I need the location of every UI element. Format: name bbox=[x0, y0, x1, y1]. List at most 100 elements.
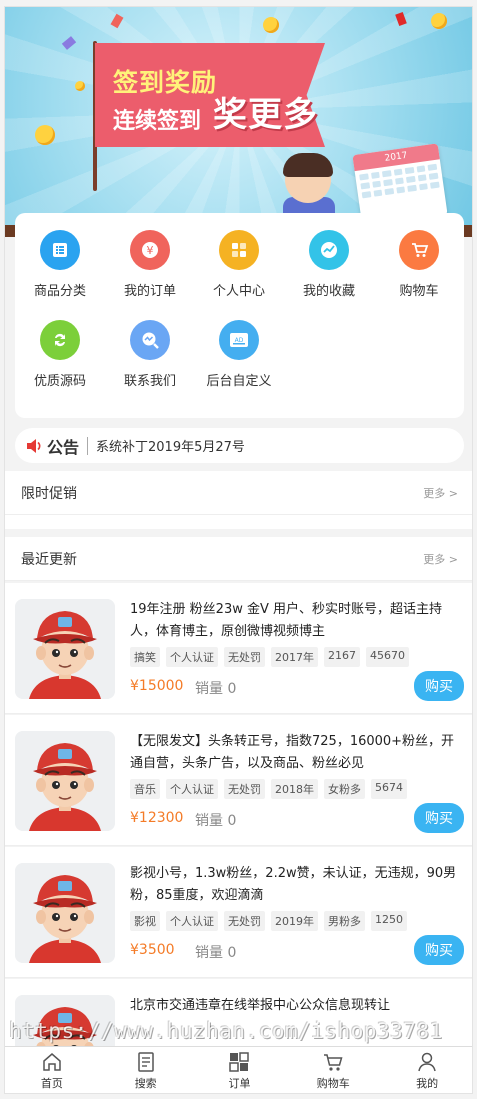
tab-orders[interactable]: 订单 bbox=[193, 1047, 287, 1093]
trend-icon bbox=[309, 230, 349, 270]
item-tag: 45670 bbox=[366, 647, 409, 667]
item-title[interactable]: 19年注册 粉丝23w 金V 用户、秒实时账号，超话主持人，体育博主，原创微博视… bbox=[130, 599, 462, 643]
item-tag: 个人认证 bbox=[166, 911, 218, 931]
section-title: 限时促销 bbox=[21, 485, 77, 502]
category-source-code[interactable]: 优质源码 bbox=[25, 320, 95, 389]
item-tag: 搞笑 bbox=[130, 647, 160, 667]
notice-title: 公告 bbox=[47, 437, 80, 457]
category-label: 我的订单 bbox=[123, 284, 176, 299]
category-label: 购物车 bbox=[399, 284, 439, 299]
item-tag: 女粉多 bbox=[324, 779, 365, 799]
list-item[interactable]: 【无限发文】头条转正号，指数725，16000+粉丝，开通自营，头条广告，以及商… bbox=[5, 715, 472, 846]
svg-text:¥: ¥ bbox=[147, 244, 154, 257]
buy-button[interactable]: 购买 bbox=[414, 803, 464, 833]
item-tags: 搞笑 个人认证 无处罚 2017年 2167 45670 bbox=[130, 647, 409, 667]
notice-bar[interactable]: 公告 系统补丁2019年5月27号 bbox=[15, 428, 464, 463]
coin bbox=[75, 81, 85, 91]
item-tag: 音乐 bbox=[130, 779, 160, 799]
category-orders[interactable]: ¥ 我的订单 bbox=[115, 230, 185, 299]
buy-button[interactable]: 购买 bbox=[414, 671, 464, 701]
item-price: ¥3500 bbox=[130, 942, 175, 958]
list-item[interactable]: 影视小号，1.3w粉丝，2.2w赞，未认证，无违规，90男粉，85重度，欢迎滴滴… bbox=[5, 847, 472, 978]
banner-line3: 奖更多 bbox=[213, 95, 318, 135]
item-sales: 销量 0 bbox=[195, 813, 237, 829]
tab-cart[interactable]: 购物车 bbox=[286, 1047, 380, 1093]
banner-line2: 连续签到 bbox=[113, 109, 202, 134]
item-thumbnail[interactable] bbox=[15, 863, 115, 963]
yen-icon: ¥ bbox=[130, 230, 170, 270]
category-profile[interactable]: 个人中心 bbox=[204, 230, 274, 299]
item-tag: 2018年 bbox=[271, 779, 318, 799]
item-tag: 个人认证 bbox=[166, 779, 218, 799]
avatar-illustration bbox=[15, 731, 115, 831]
coin bbox=[431, 13, 447, 29]
category-label: 联系我们 bbox=[123, 374, 176, 389]
bottom-tab-bar: 首页 搜索 订单 购物车 我的 bbox=[5, 1046, 472, 1093]
category-goods[interactable]: 商品分类 bbox=[25, 230, 95, 299]
recent-header: 最近更新 更多 > bbox=[5, 537, 472, 581]
item-tag: 无处罚 bbox=[224, 779, 265, 799]
svg-text:AD: AD bbox=[235, 337, 244, 344]
item-tag: 2167 bbox=[324, 647, 360, 667]
list-icon bbox=[40, 230, 80, 270]
promo-header: 限时促销 更多 > bbox=[5, 471, 472, 515]
item-title[interactable]: 影视小号，1.3w粉丝，2.2w赞，未认证，无违规，90男粉，85重度，欢迎滴滴 bbox=[130, 863, 462, 907]
category-contact[interactable]: 联系我们 bbox=[115, 320, 185, 389]
apps-icon bbox=[219, 230, 259, 270]
item-thumbnail[interactable] bbox=[15, 599, 115, 699]
item-sales: 销量 0 bbox=[195, 681, 237, 697]
item-sales: 销量 0 bbox=[195, 945, 237, 961]
item-thumbnail[interactable] bbox=[15, 731, 115, 831]
category-label: 我的收藏 bbox=[302, 284, 355, 299]
character-hair bbox=[283, 153, 333, 177]
sign-in-banner[interactable]: 签到奖励 连续签到 奖更多 2017 bbox=[5, 7, 472, 237]
app-frame: 签到奖励 连续签到 奖更多 2017 商品分类 ¥ 我的订单 个人中心 我的收藏… bbox=[4, 6, 473, 1094]
item-title[interactable]: 北京市交通违章在线举报中心公众信息现转让 bbox=[130, 995, 462, 1017]
tab-search[interactable]: 搜索 bbox=[99, 1047, 193, 1093]
list-item[interactable]: 19年注册 粉丝23w 金V 用户、秒实时账号，超话主持人，体育博主，原创微博视… bbox=[5, 583, 472, 714]
tab-home[interactable]: 首页 bbox=[5, 1047, 99, 1093]
category-label: 优质源码 bbox=[33, 374, 86, 389]
item-tag: 影视 bbox=[130, 911, 160, 931]
item-tag: 无处罚 bbox=[224, 647, 265, 667]
category-label: 后台自定义 bbox=[206, 374, 272, 389]
search-chart-icon bbox=[130, 320, 170, 360]
banner-line1: 签到奖励 bbox=[113, 68, 218, 97]
tab-mine[interactable]: 我的 bbox=[380, 1047, 472, 1093]
promo-content bbox=[5, 515, 472, 529]
item-tag: 无处罚 bbox=[224, 911, 265, 931]
tab-label: 首页 bbox=[40, 1077, 63, 1090]
ad-icon: AD bbox=[219, 320, 259, 360]
item-tags: 音乐 个人认证 无处罚 2018年 女粉多 5674 bbox=[130, 779, 407, 799]
tab-label: 搜索 bbox=[134, 1077, 157, 1090]
item-tag: 2017年 bbox=[271, 647, 318, 667]
item-tag: 2019年 bbox=[271, 911, 318, 931]
category-panel: 商品分类 ¥ 我的订单 个人中心 我的收藏 购物车 优质源码 联系我们 AD 后… bbox=[15, 213, 464, 418]
notice-divider bbox=[87, 436, 89, 455]
speaker-icon bbox=[27, 438, 41, 453]
coin bbox=[35, 125, 55, 145]
tab-label: 订单 bbox=[228, 1077, 251, 1090]
avatar-illustration bbox=[15, 863, 115, 963]
category-label: 个人中心 bbox=[212, 284, 265, 299]
category-favorites[interactable]: 我的收藏 bbox=[294, 230, 364, 299]
item-title[interactable]: 【无限发文】头条转正号，指数725，16000+粉丝，开通自营，头条广告，以及商… bbox=[130, 731, 462, 775]
item-price: ¥15000 bbox=[130, 678, 184, 694]
item-tag: 个人认证 bbox=[166, 647, 218, 667]
section-title: 最近更新 bbox=[21, 551, 77, 568]
more-link[interactable]: 更多 > bbox=[423, 551, 458, 567]
user-icon bbox=[418, 1052, 436, 1072]
coin bbox=[263, 17, 279, 33]
category-cart[interactable]: 购物车 bbox=[384, 230, 454, 299]
buy-button[interactable]: 购买 bbox=[414, 935, 464, 965]
grid-icon bbox=[229, 1052, 250, 1072]
item-tag: 5674 bbox=[371, 779, 407, 799]
category-custom[interactable]: AD 后台自定义 bbox=[204, 320, 274, 389]
cart-icon bbox=[399, 230, 439, 270]
cart-icon bbox=[324, 1054, 343, 1071]
more-link[interactable]: 更多 > bbox=[423, 485, 458, 501]
item-tags: 影视 个人认证 无处罚 2019年 男粉多 1250 bbox=[130, 911, 407, 931]
watermark: https://www.huzhan.com/ishop33781 bbox=[9, 1019, 443, 1043]
item-price: ¥12300 bbox=[130, 810, 184, 826]
tab-label: 我的 bbox=[416, 1077, 439, 1090]
